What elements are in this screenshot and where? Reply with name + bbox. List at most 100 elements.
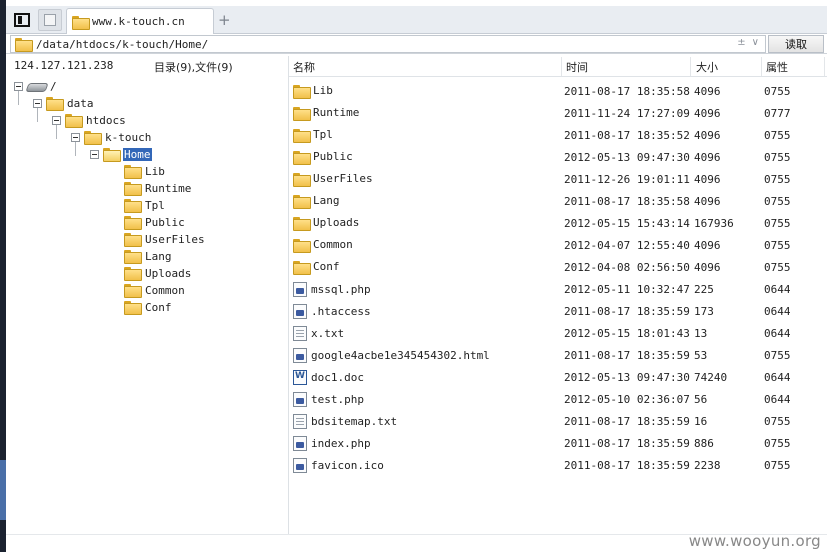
tab-title: www.k-touch.cn <box>92 15 185 28</box>
table-row[interactable]: test.php 2012-05-10 02:36:07 56 0644 <box>289 388 827 410</box>
collapse-toggle-icon[interactable] <box>52 115 61 125</box>
folder-icon <box>293 260 311 275</box>
table-row[interactable]: .htaccess 2011-08-17 18:35:59 173 0644 <box>289 300 827 322</box>
column-name[interactable]: 名称 <box>293 59 315 75</box>
table-row[interactable]: doc1.doc 2012-05-13 09:47:30 74240 0644 <box>289 366 827 388</box>
folder-icon <box>293 106 311 121</box>
column-separator[interactable] <box>761 57 762 76</box>
tree-node-child[interactable]: Lib <box>124 163 166 179</box>
collapse-toggle-icon[interactable] <box>90 149 99 159</box>
file-name: x.txt <box>311 327 345 340</box>
table-row[interactable]: Lib 2011-08-17 18:35:58 4096 0755 <box>289 80 827 102</box>
tree-node-child[interactable]: Uploads <box>124 265 192 281</box>
tree-node-data[interactable]: data <box>33 95 95 111</box>
tree-node-child[interactable]: UserFiles <box>124 231 206 247</box>
file-icon <box>293 458 307 473</box>
collapse-toggle-icon[interactable] <box>14 81 23 91</box>
file-size: 13 <box>694 327 708 340</box>
tree-node-child[interactable]: Runtime <box>124 180 192 196</box>
file-perm: 0777 <box>764 107 791 120</box>
folder-icon <box>293 150 311 165</box>
column-size[interactable]: 大小 <box>696 59 718 75</box>
folder-icon <box>46 97 64 111</box>
column-separator[interactable] <box>561 57 562 76</box>
tree-node-k-touch[interactable]: k-touch <box>71 129 152 145</box>
panel-icon <box>14 13 30 27</box>
file-icon <box>293 392 307 407</box>
file-list: 名称 时间 大小 属性 Lib 2011-08-17 18:35:58 4096 07… <box>289 56 827 536</box>
tree-node-child[interactable]: Lang <box>124 248 173 264</box>
tree-label: Lang <box>145 249 172 263</box>
file-name: Uploads <box>313 216 360 229</box>
tree-label: Public <box>145 215 185 229</box>
file-perm: 0755 <box>764 173 791 186</box>
tab-k-touch[interactable]: www.k-touch.cn <box>66 8 214 34</box>
tree-label: Runtime <box>145 181 192 195</box>
path-text: /data/htdocs/k-touch/Home/ <box>36 37 209 51</box>
path-input[interactable]: /data/htdocs/k-touch/Home/ ± ∨ <box>10 35 766 53</box>
drive-icon <box>27 81 45 91</box>
plus-minus-icon[interactable]: ± <box>737 37 745 48</box>
table-row[interactable]: Public 2012-05-13 09:47:30 4096 0755 <box>289 146 827 168</box>
file-name: Common <box>313 238 353 251</box>
file-icon <box>293 282 307 297</box>
column-time[interactable]: 时间 <box>566 59 588 75</box>
file-name: Public <box>313 150 353 163</box>
file-perm: 0755 <box>764 415 791 428</box>
table-row[interactable]: mssql.php 2012-05-11 10:32:47 225 0644 <box>289 278 827 300</box>
table-row[interactable]: favicon.ico 2011-08-17 18:35:59 2238 0755 <box>289 454 827 476</box>
file-perm: 0755 <box>764 129 791 142</box>
folder-icon <box>124 199 142 213</box>
file-size: 56 <box>694 393 708 406</box>
tree-node-child[interactable]: Common <box>124 282 186 298</box>
file-name: Lib <box>313 84 333 97</box>
collapse-toggle-icon[interactable] <box>71 132 80 142</box>
file-name-cell: Lib <box>293 84 333 99</box>
column-separator[interactable] <box>690 57 691 76</box>
tree-node-root[interactable]: / <box>14 78 58 94</box>
table-row[interactable]: google4acbe1e345454302.html 2011-08-17 18… <box>289 344 827 366</box>
text-file-icon <box>293 326 307 341</box>
blank-page-button[interactable] <box>38 9 62 31</box>
table-row[interactable]: index.php 2011-08-17 18:35:59 886 0755 <box>289 432 827 454</box>
read-button[interactable]: 读取 <box>768 35 824 53</box>
file-name-cell: Runtime <box>293 106 359 121</box>
table-row[interactable]: x.txt 2012-05-15 18:01:43 13 0644 <box>289 322 827 344</box>
folder-icon <box>293 194 311 209</box>
file-name: Lang <box>313 194 340 207</box>
file-name: test.php <box>311 393 364 406</box>
file-time: 2011-08-17 18:35:59 <box>564 349 690 362</box>
chevron-down-icon[interactable]: ∨ <box>752 37 759 48</box>
list-header: 名称 时间 大小 属性 <box>289 56 827 77</box>
folder-icon <box>293 84 311 99</box>
collapse-toggle-icon[interactable] <box>33 98 42 108</box>
folder-icon <box>72 15 90 30</box>
column-perm[interactable]: 属性 <box>766 59 788 75</box>
folder-icon <box>124 165 142 179</box>
table-row[interactable]: Lang 2011-08-17 18:35:58 4096 0755 <box>289 190 827 212</box>
column-separator[interactable] <box>824 57 825 76</box>
tree-node-htdocs[interactable]: htdocs <box>52 112 127 128</box>
file-time: 2011-08-17 18:35:59 <box>564 459 690 472</box>
table-row[interactable]: Conf 2012-04-08 02:56:50 4096 0755 <box>289 256 827 278</box>
table-row[interactable]: Runtime 2011-11-24 17:27:09 4096 0777 <box>289 102 827 124</box>
file-name: mssql.php <box>311 283 371 296</box>
tree-node-child[interactable]: Tpl <box>124 197 166 213</box>
file-name: index.php <box>311 437 371 450</box>
table-row[interactable]: bdsitemap.txt 2011-08-17 18:35:59 16 0755 <box>289 410 827 432</box>
file-name-cell: bdsitemap.txt <box>293 414 397 429</box>
folder-icon <box>124 216 142 230</box>
file-name: google4acbe1e345454302.html <box>311 349 490 362</box>
folder-icon <box>124 250 142 264</box>
toggle-panel-button[interactable] <box>10 9 34 31</box>
tree-node-home[interactable]: Home <box>90 146 152 162</box>
new-tab-plus-icon[interactable]: + <box>218 11 231 29</box>
table-row[interactable]: Tpl 2011-08-17 18:35:52 4096 0755 <box>289 124 827 146</box>
table-row[interactable]: UserFiles 2011-12-26 19:01:11 4096 0755 <box>289 168 827 190</box>
file-perm: 0755 <box>764 459 791 472</box>
tree-node-child[interactable]: Public <box>124 214 186 230</box>
file-size: 4096 <box>694 151 721 164</box>
table-row[interactable]: Common 2012-04-07 12:55:40 4096 0755 <box>289 234 827 256</box>
table-row[interactable]: Uploads 2012-05-15 15:43:14 167936 0755 <box>289 212 827 234</box>
tree-node-child[interactable]: Conf <box>124 299 173 315</box>
